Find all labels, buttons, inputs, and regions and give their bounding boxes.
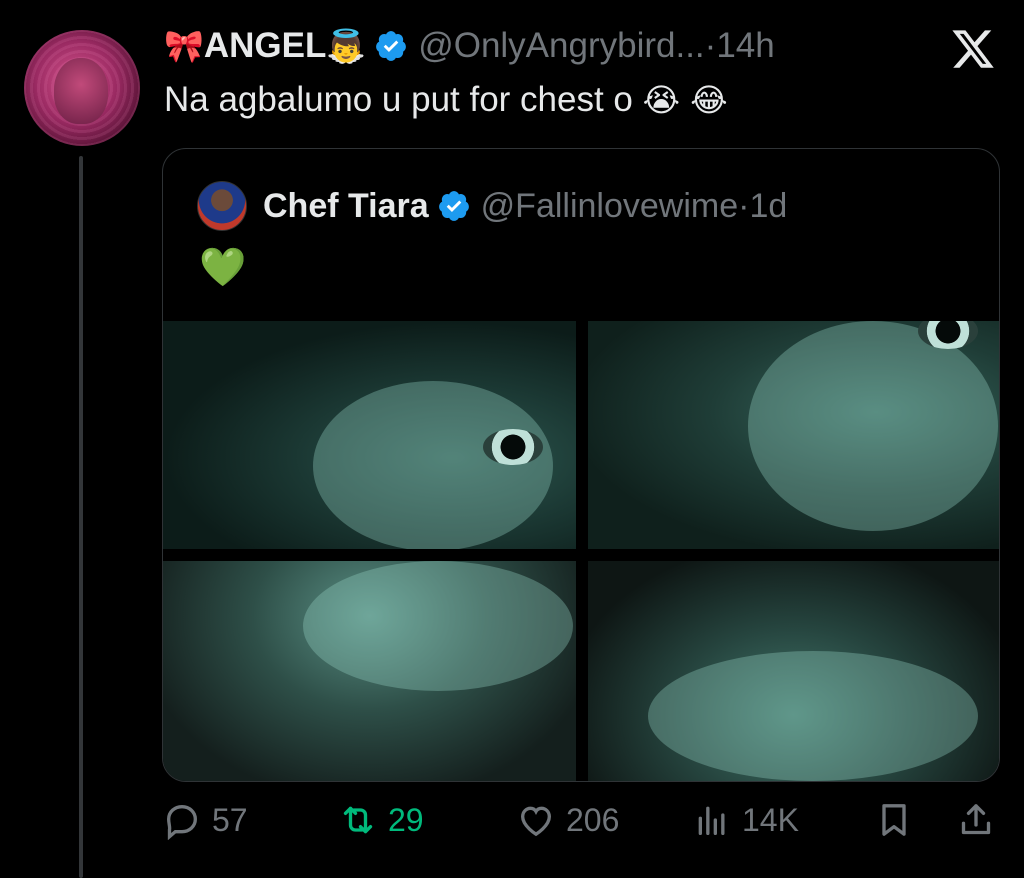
verified-badge-icon [376, 31, 407, 61]
quoted-author-avatar[interactable] [197, 181, 247, 231]
like-count: 206 [566, 801, 620, 838]
retweet-count: 29 [388, 801, 424, 838]
thread-line [79, 156, 83, 878]
bookmark-icon [882, 804, 906, 836]
photo-highlight [313, 381, 553, 549]
ribbon-emoji: 🎀 [164, 27, 204, 65]
quoted-tweet-card[interactable]: Chef Tiara @Fallinlovewime · 1d 💚 [162, 148, 1000, 782]
tweet-time[interactable]: 14h [716, 26, 774, 66]
media-photo-1[interactable] [163, 321, 576, 549]
author-avatar[interactable] [24, 30, 140, 146]
share-icon [961, 804, 991, 835]
author-name[interactable]: ANGEL [204, 26, 327, 66]
reply-button[interactable]: 57 [162, 800, 248, 840]
tweet-text: Na agbalumo u put for chest o 😭 😂 [164, 80, 728, 120]
photo-highlight [748, 321, 998, 531]
photo-highlight [648, 651, 978, 781]
views-button[interactable]: 14K [692, 800, 799, 840]
quoted-time-separator: · [738, 186, 750, 225]
tweet-emojis: 😭 😂 [642, 81, 728, 119]
photo-highlight [303, 561, 573, 691]
quoted-tweet-header: Chef Tiara @Fallinlovewime · 1d [197, 181, 787, 231]
retweet-icon [343, 806, 373, 834]
share-button[interactable] [956, 800, 1006, 840]
heart-icon [520, 806, 552, 837]
reply-icon [166, 804, 198, 840]
views-count: 14K [742, 801, 799, 838]
x-logo-icon[interactable] [950, 26, 996, 72]
verified-badge-icon [438, 191, 469, 221]
tweet-header: 🎀 ANGEL 👼 @OnlyAngrybird... · 14h [164, 26, 775, 66]
media-photo-2[interactable] [588, 321, 999, 549]
time-separator: · [704, 26, 717, 65]
author-handle[interactable]: @OnlyAngrybird... [418, 26, 704, 66]
angel-emoji: 👼 [326, 27, 367, 65]
media-photo-3[interactable] [163, 561, 576, 781]
quoted-author-name[interactable]: Chef Tiara [263, 187, 429, 226]
like-button[interactable]: 206 [516, 800, 619, 840]
action-bar: 57 29 206 14K [162, 800, 1002, 856]
reply-count: 57 [212, 801, 248, 838]
photo-eye [483, 429, 543, 465]
avatar-face [54, 58, 108, 124]
retweet-button[interactable]: 29 [338, 800, 424, 840]
quoted-tweet-time[interactable]: 1d [749, 187, 787, 226]
media-grid [163, 321, 999, 781]
quoted-tweet-text: 💚 [199, 245, 247, 289]
views-chart-icon [698, 806, 725, 835]
quoted-author-handle[interactable]: @Fallinlovewime [481, 187, 738, 226]
tweet-body: Na agbalumo u put for chest o [164, 80, 643, 119]
bookmark-button[interactable] [874, 800, 924, 840]
media-photo-4[interactable] [588, 561, 999, 781]
